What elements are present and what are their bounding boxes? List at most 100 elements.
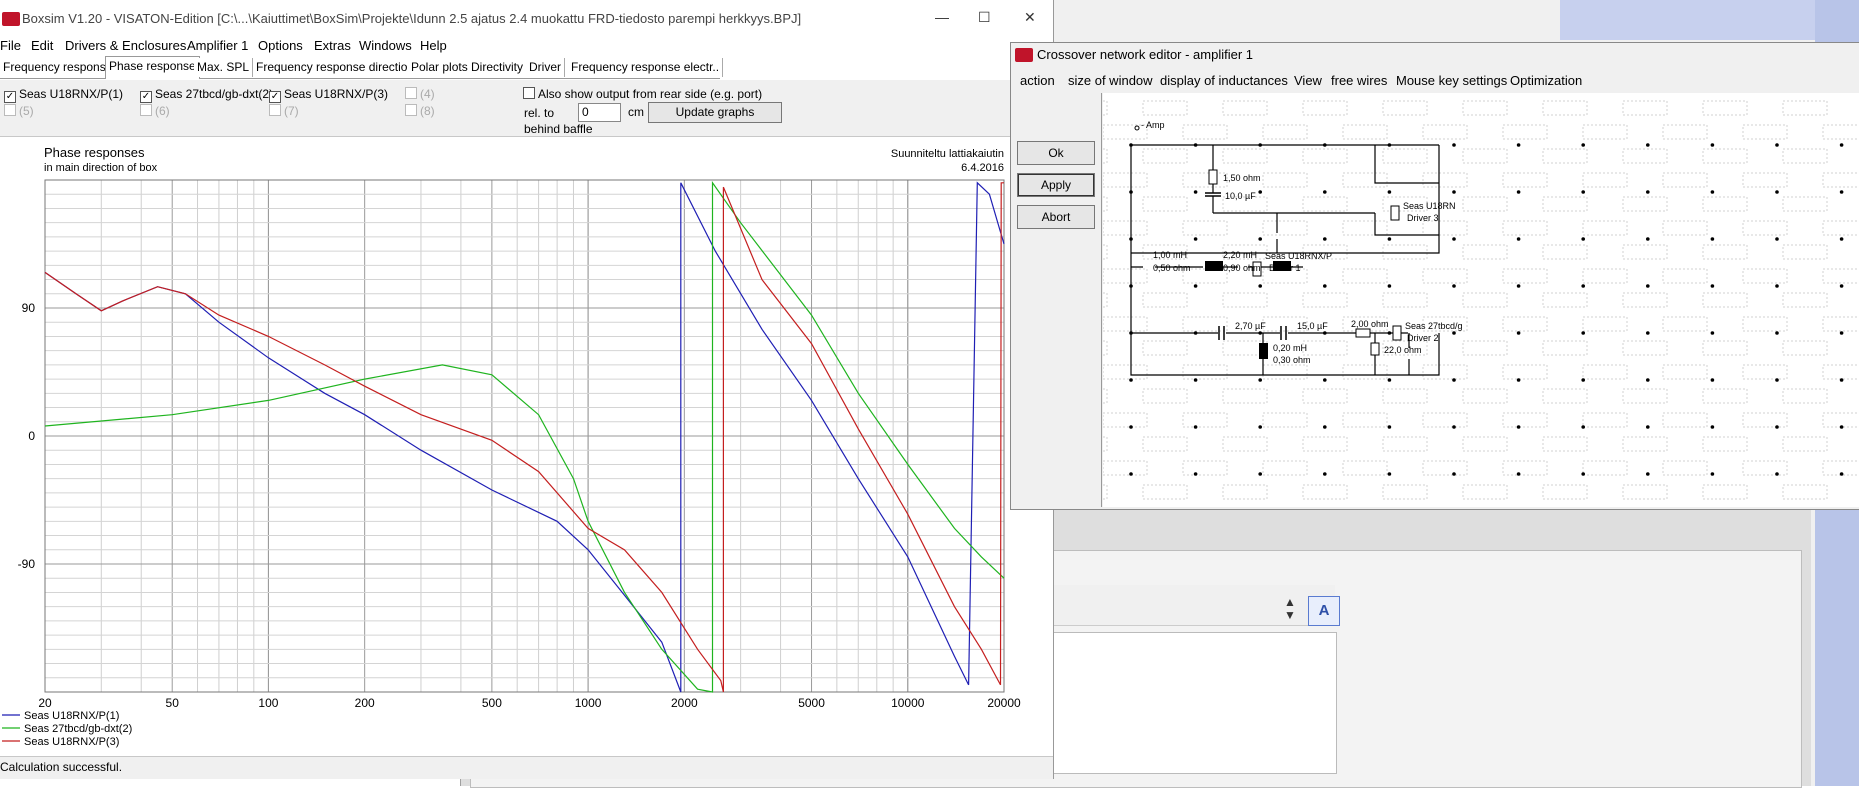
inductor-l3[interactable]: [1259, 343, 1268, 359]
menu-edit[interactable]: Edit: [31, 38, 53, 53]
tab-directivity[interactable]: Directivity: [468, 58, 528, 77]
schematic-grid-cell: [1542, 100, 1588, 116]
xmenu-optimization[interactable]: Optimization: [1510, 73, 1582, 88]
abort-button[interactable]: Abort: [1017, 205, 1095, 229]
rel-distance-input[interactable]: 0: [578, 103, 621, 122]
schematic-grid-cell: [1142, 196, 1188, 212]
schematic-grid-cell: [1662, 268, 1708, 284]
apply-button[interactable]: Apply: [1017, 173, 1095, 197]
driver-3-checkbox[interactable]: ✓ Seas U18RNX/P(3): [269, 87, 388, 103]
speaker-driver-3-icon[interactable]: [1390, 205, 1400, 221]
driver-5-checkbox[interactable]: (5): [4, 104, 34, 118]
resistor-r2[interactable]: [1355, 328, 1371, 338]
schematic-node-dot: [1193, 378, 1198, 382]
driver-8-checkbox[interactable]: (8): [405, 104, 435, 118]
l3-label: 0,20 mH: [1273, 343, 1307, 353]
series-line-3: [44, 182, 1004, 693]
schematic-node-dot: [1258, 190, 1262, 194]
xmenu-view[interactable]: View: [1294, 73, 1322, 88]
schematic-grid-cell: [1382, 484, 1428, 500]
schematic-node-dot: [1516, 237, 1521, 241]
resistor-r1[interactable]: [1208, 169, 1218, 185]
xmenu-size-of-window[interactable]: size of window: [1068, 73, 1153, 88]
spin-arrows-icon[interactable]: ▲ ▼: [1284, 596, 1296, 622]
menu-options[interactable]: Options: [258, 38, 303, 53]
schematic-grid-cell: [1142, 100, 1188, 116]
schematic-grid-cell: [1342, 364, 1388, 380]
speaker-driver-2-icon[interactable]: [1392, 325, 1402, 341]
xmenu-display-of-inductances[interactable]: display of inductances: [1160, 73, 1288, 88]
tab-polar-plots[interactable]: Polar plots: [408, 58, 472, 77]
schematic-node-dot: [1323, 284, 1327, 288]
schematic-grid-cell: [1382, 292, 1428, 308]
xmenu-free-wires[interactable]: free wires: [1331, 73, 1387, 88]
menu-file[interactable]: File: [0, 38, 21, 53]
schematic-node-dot: [1581, 237, 1585, 241]
schematic-grid-cell: [1622, 484, 1668, 500]
schematic-grid-cell: [1582, 412, 1628, 428]
schematic-grid-cell: [1302, 388, 1348, 404]
schematic-grid-cell: [1142, 388, 1188, 404]
c2-label: 2,70 µF: [1235, 321, 1266, 331]
menu-extras[interactable]: Extras: [314, 38, 351, 53]
xmenu-mouse-key-settings[interactable]: Mouse key settings: [1396, 73, 1507, 88]
schematic-node-dot: [1710, 237, 1715, 241]
xmenu-action[interactable]: action: [1020, 73, 1055, 88]
schematic-node-dot: [1516, 284, 1521, 288]
schematic-grid-cell: [1702, 244, 1748, 260]
tab-driver[interactable]: Driver: [526, 58, 565, 77]
schematic-grid-cell: [1622, 340, 1668, 356]
x-tick-label: 500: [482, 696, 502, 710]
schematic-grid-cell: [1662, 220, 1708, 236]
tab-frequency-response[interactable]: Frequency response.: [0, 58, 120, 77]
minimize-icon[interactable]: —: [935, 9, 949, 25]
schematic-grid-cell: [1622, 196, 1668, 212]
menu-help[interactable]: Help: [420, 38, 447, 53]
schematic-node-dot: [1839, 143, 1844, 147]
tab-frequency-response-electr[interactable]: Frequency response electr..: [568, 58, 724, 77]
schematic-node-dot: [1258, 237, 1262, 241]
x-tick-label: 50: [166, 696, 180, 710]
schematic-grid-cell: [1103, 148, 1108, 164]
ok-button[interactable]: Ok: [1017, 141, 1095, 165]
schematic-node-dot: [1323, 237, 1327, 241]
schematic-grid-cell: [1422, 220, 1468, 236]
schematic-grid-cell: [1702, 100, 1748, 116]
driver-2-checkbox[interactable]: ✓ Seas 27tbcd/gb-dxt(2): [140, 87, 273, 103]
menu-drivers-enclosures[interactable]: Drivers & Enclosures: [65, 38, 186, 53]
schematic-grid-cell: [1662, 364, 1708, 380]
schematic-grid-cell: [1302, 148, 1348, 164]
driver-7-checkbox[interactable]: (7): [269, 104, 299, 118]
schematic-node-dot: [1581, 284, 1585, 288]
schematic-node-dot: [1775, 190, 1779, 194]
crossover-schematic[interactable]: - Amp 1,50 ohm 10,0 µF Seas U18RN Driver…: [1103, 93, 1859, 507]
menu-amplifier-1[interactable]: Amplifier 1: [187, 38, 248, 53]
schematic-node-dot: [1646, 331, 1650, 335]
schematic-grid-cell: [1103, 100, 1108, 116]
inductor-l1[interactable]: [1205, 261, 1223, 271]
schematic-node-dot: [1516, 425, 1521, 429]
background-document-field: [1050, 632, 1337, 774]
c1-label: 10,0 µF: [1225, 191, 1256, 201]
driver-4-checkbox[interactable]: (4): [405, 87, 435, 101]
schematic-grid-cell: [1742, 316, 1788, 332]
schematic-grid-cell: [1822, 316, 1859, 332]
r2-label: 2,00 ohm: [1351, 319, 1389, 329]
tab-phase-response[interactable]: Phase response: [105, 56, 200, 79]
driver-6-checkbox[interactable]: (6): [140, 104, 170, 118]
schematic-grid-cell: [1462, 100, 1508, 116]
tab-frequency-response-directions[interactable]: Frequency response directions: [253, 58, 425, 77]
maximize-icon[interactable]: ☐: [978, 9, 991, 26]
schematic-node-dot: [1775, 472, 1779, 476]
tab-max-spl[interactable]: Max. SPL: [194, 58, 254, 77]
driver-1-checkbox[interactable]: ✓ Seas U18RNX/P(1): [4, 87, 123, 103]
schematic-grid-cell: [1822, 412, 1859, 428]
update-graphs-button[interactable]: Update graphs: [648, 102, 782, 123]
schematic-grid-cell: [1782, 292, 1828, 308]
rear-side-checkbox[interactable]: Also show output from rear side (e.g. po…: [523, 87, 762, 101]
text-style-icon[interactable]: A: [1308, 596, 1340, 626]
resistor-r3[interactable]: [1370, 342, 1380, 356]
close-icon[interactable]: ✕: [1024, 9, 1036, 26]
menu-windows[interactable]: Windows: [359, 38, 412, 53]
schematic-node-dot: [1839, 472, 1844, 476]
